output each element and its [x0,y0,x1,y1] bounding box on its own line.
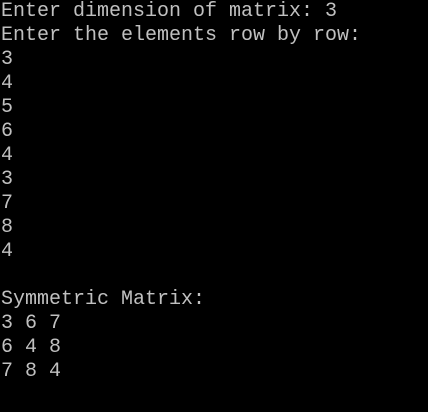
input-value: 7 [1,192,14,215]
elements-prompt: Enter the elements row by row: [1,24,362,47]
console-window[interactable]: Enter dimension of matrix: 3 Enter the e… [0,0,428,412]
input-value: 4 [1,144,14,167]
input-value: 5 [1,96,14,119]
input-value: 4 [1,72,14,95]
input-value: 3 [1,168,14,191]
matrix-row: 3 6 7 [1,312,62,335]
result-heading: Symmetric Matrix: [1,288,206,311]
matrix-row: 7 8 4 [1,360,62,383]
input-value: 3 [1,48,14,71]
input-value: 4 [1,240,14,263]
input-value: 6 [1,120,14,143]
matrix-row: 6 4 8 [1,336,62,359]
dimension-prompt: Enter dimension of matrix: 3 [1,0,338,23]
input-value: 8 [1,216,14,239]
